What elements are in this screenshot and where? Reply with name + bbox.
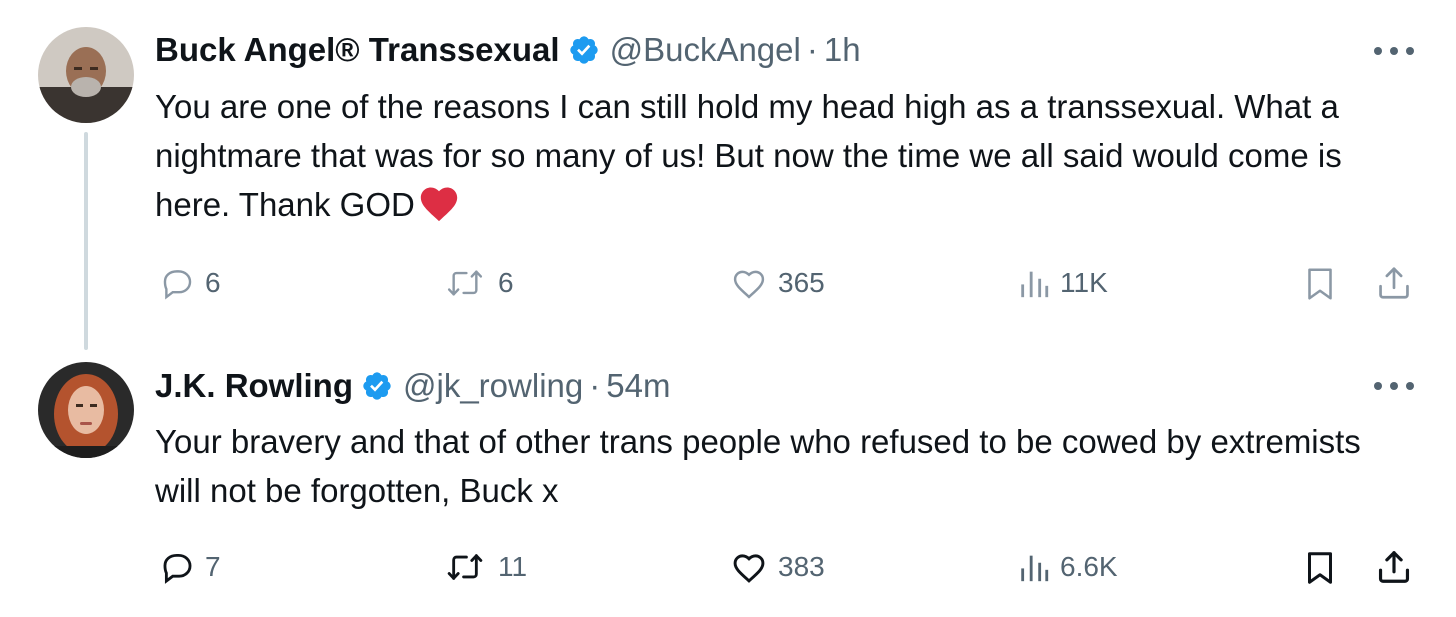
more-options-icon[interactable]	[1374, 45, 1414, 57]
verified-badge-icon	[568, 34, 600, 66]
avatar-jk-rowling[interactable]	[38, 362, 134, 458]
author-name[interactable]: Buck Angel® Transsexual	[155, 30, 560, 70]
reply-button[interactable]: 6	[157, 266, 221, 300]
bookmark-button[interactable]	[1300, 266, 1340, 302]
share-icon	[1378, 551, 1410, 583]
heart-icon	[733, 270, 765, 299]
bookmark-icon	[1308, 268, 1332, 300]
heart-icon	[733, 554, 765, 583]
repost-button[interactable]: 11	[440, 550, 527, 584]
tweet-jk-rowling[interactable]: J.K. Rowling @jk_rowling · 54m Your brav…	[0, 350, 1456, 617]
repost-icon	[447, 270, 483, 296]
reply-icon	[163, 270, 192, 300]
thread-line	[84, 132, 88, 350]
views-button[interactable]: 11K	[1016, 266, 1108, 300]
tweet-header: Buck Angel® Transsexual @BuckAngel · 1h	[155, 30, 861, 70]
reply-count: 6	[205, 267, 221, 298]
author-name[interactable]: J.K. Rowling	[155, 366, 353, 406]
author-handle[interactable]: @jk_rowling	[403, 366, 583, 406]
share-button[interactable]	[1374, 548, 1414, 586]
reply-button[interactable]: 7	[157, 550, 221, 584]
repost-icon	[447, 554, 483, 580]
views-chart-icon	[1021, 271, 1049, 298]
repost-count: 6	[498, 267, 514, 298]
like-count: 383	[778, 551, 825, 582]
tweet-text: Your bravery and that of other trans peo…	[155, 417, 1405, 515]
timestamp[interactable]: 1h	[824, 30, 861, 70]
bookmark-icon	[1308, 552, 1332, 584]
bookmark-button[interactable]	[1300, 550, 1340, 586]
tweet-actions: 7 11 383 6.6K	[0, 542, 1456, 592]
reply-count: 7	[205, 551, 221, 582]
separator: ·	[806, 31, 818, 68]
like-count: 365	[778, 267, 825, 298]
views-chart-icon	[1021, 555, 1049, 582]
tweet-actions: 6 6 365 11K	[0, 258, 1456, 308]
author-handle[interactable]: @BuckAngel	[610, 30, 801, 70]
separator: ·	[589, 367, 601, 404]
tweet-text-content: You are one of the reasons I can still h…	[155, 88, 1342, 223]
timestamp[interactable]: 54m	[606, 366, 670, 406]
like-button[interactable]: 383	[728, 550, 825, 584]
more-options-icon[interactable]	[1374, 380, 1414, 392]
share-icon	[1379, 267, 1409, 299]
tweet-buck-angel[interactable]: Buck Angel® Transsexual @BuckAngel · 1h …	[0, 0, 1456, 350]
repost-count: 11	[498, 551, 528, 582]
view-count: 6.6K	[1060, 551, 1118, 582]
views-button[interactable]: 6.6K	[1016, 550, 1118, 584]
tweet-header: J.K. Rowling @jk_rowling · 54m	[155, 366, 670, 406]
reply-icon	[163, 553, 192, 584]
view-count: 11K	[1060, 267, 1108, 298]
tweet-text-content: Your bravery and that of other trans peo…	[155, 423, 1361, 509]
like-button[interactable]: 365	[728, 266, 825, 300]
avatar-buck-angel[interactable]	[38, 27, 134, 123]
red-heart-emoji-icon	[416, 182, 462, 235]
tweet-text: You are one of the reasons I can still h…	[155, 82, 1405, 235]
repost-button[interactable]: 6	[440, 266, 514, 300]
verified-badge-icon	[361, 370, 393, 402]
share-button[interactable]	[1374, 264, 1414, 302]
